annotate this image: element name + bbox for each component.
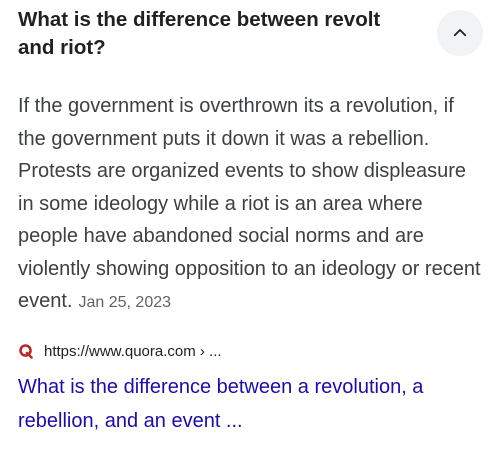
collapse-button[interactable] bbox=[437, 10, 483, 56]
quora-logo-icon bbox=[19, 344, 33, 359]
answer-snippet: If the government is overthrown its a re… bbox=[18, 90, 486, 320]
source-url[interactable]: https://www.quora.com › ... bbox=[44, 343, 222, 360]
result-title-link[interactable]: What is the difference between a revolut… bbox=[18, 370, 486, 438]
chevron-up-icon bbox=[453, 29, 467, 37]
source-row[interactable]: https://www.quora.com › ... bbox=[18, 340, 222, 362]
answer-date: Jan 25, 2023 bbox=[78, 294, 172, 311]
question-title[interactable]: What is the difference between revolt an… bbox=[18, 6, 418, 62]
question-header[interactable]: What is the difference between revolt an… bbox=[18, 6, 418, 62]
answer-text: If the government is overthrown its a re… bbox=[18, 95, 481, 312]
